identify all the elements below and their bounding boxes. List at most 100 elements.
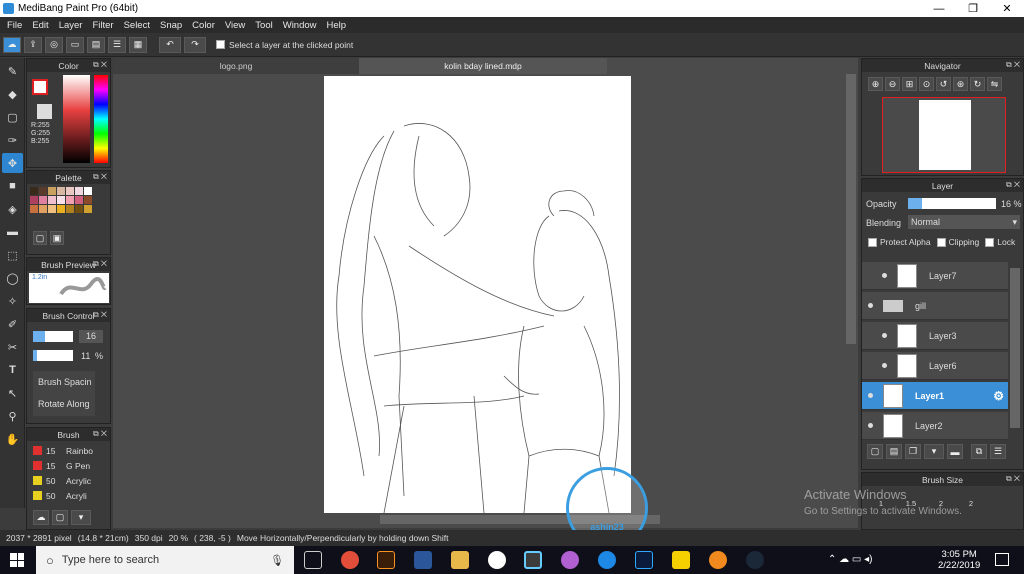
panel-close-icon[interactable]: ⧉ ✕ — [1006, 60, 1020, 70]
palette-swatch[interactable] — [84, 196, 92, 204]
document-icon[interactable]: ▤ — [87, 36, 105, 53]
rotate-along-option[interactable]: Rotate Along — [38, 393, 95, 415]
panel-close-icon[interactable]: ⧉ ✕ — [93, 172, 107, 182]
folder-icon[interactable]: ▬ — [947, 444, 963, 459]
palette-swatch[interactable] — [39, 205, 47, 213]
cloud-icon[interactable]: ☁ — [3, 36, 21, 53]
new-layer-icon[interactable]: ▢ — [867, 444, 883, 459]
rotate-left-icon[interactable]: ↺ — [936, 77, 951, 91]
palette-swatch[interactable] — [39, 196, 47, 204]
magic-wand-icon[interactable]: ✧ — [2, 291, 23, 311]
brush-list-item[interactable]: 15 G Pen — [29, 458, 99, 473]
delete-palette-icon[interactable]: ▣ — [50, 231, 64, 245]
merge-layer-icon[interactable]: ⧉ — [971, 444, 987, 459]
layer-row[interactable]: Layer6 — [862, 352, 1008, 380]
background-color-swatch[interactable] — [37, 104, 52, 119]
menu-snap[interactable]: Snap — [160, 20, 182, 31]
menu-color[interactable]: Color — [192, 20, 215, 31]
app-bird-icon[interactable] — [561, 551, 579, 569]
select-layer-checkbox[interactable] — [216, 40, 225, 49]
brush-size-slider[interactable] — [33, 331, 73, 342]
medibang-taskbar-icon[interactable] — [524, 551, 542, 569]
windows-start-icon[interactable] — [10, 553, 24, 567]
panel-close-icon[interactable]: ⧉ ✕ — [93, 259, 107, 269]
blending-select[interactable]: Normal ▾ — [908, 215, 1020, 229]
palette-swatch[interactable] — [75, 187, 83, 195]
foreground-color-swatch[interactable] — [32, 79, 48, 95]
maximize-button[interactable]: ❐ — [956, 0, 990, 17]
menu-view[interactable]: View — [225, 20, 245, 31]
layer-row[interactable]: Layer3 — [862, 322, 1008, 350]
palette-swatch[interactable] — [30, 196, 38, 204]
photoshop-icon[interactable] — [635, 551, 653, 569]
visibility-icon[interactable] — [882, 363, 887, 368]
layer-folder-row[interactable]: gill — [862, 292, 1008, 320]
panel-close-icon[interactable]: ⧉ ✕ — [1006, 474, 1020, 484]
eraser-tool-icon[interactable]: ◆ — [2, 84, 23, 104]
panel-close-icon[interactable]: ⧉ ✕ — [93, 60, 107, 70]
zoom-reset-icon[interactable]: ⊙ — [919, 77, 934, 91]
minimize-button[interactable]: — — [922, 0, 956, 17]
palette-swatch[interactable] — [66, 187, 74, 195]
menu-file[interactable]: File — [7, 20, 22, 31]
steam-icon[interactable] — [746, 551, 764, 569]
lock-checkbox[interactable] — [985, 237, 995, 247]
close-button[interactable]: ✕ — [990, 0, 1024, 17]
palette-swatch[interactable] — [57, 205, 65, 213]
visibility-icon[interactable] — [868, 393, 873, 398]
cloud-brush-icon[interactable]: ☁ — [33, 510, 49, 525]
rotate-reset-icon[interactable]: ⊛ — [953, 77, 968, 91]
menu-help[interactable]: Help — [327, 20, 347, 31]
duplicate-layer-icon[interactable]: ❐ — [905, 444, 921, 459]
sticky-notes-icon[interactable] — [672, 551, 690, 569]
app-penguin-icon[interactable] — [488, 551, 506, 569]
tray-icons[interactable]: ⌃ ☁ ▭ ◂) — [828, 554, 873, 565]
palette-swatch[interactable] — [48, 196, 56, 204]
notification-icon[interactable] — [995, 553, 1009, 566]
navigator-preview[interactable] — [882, 97, 1006, 173]
fit-icon[interactable]: ⊞ — [902, 77, 917, 91]
upload-icon[interactable]: ⇪ — [24, 36, 42, 53]
bucket-tool-icon[interactable]: ◈ — [2, 199, 23, 219]
operation-tool-icon[interactable]: ↖ — [2, 383, 23, 403]
select-tool-icon[interactable]: ⬚ — [2, 245, 23, 265]
add-brush-icon[interactable]: ▢ — [52, 510, 68, 525]
panel-close-icon[interactable]: ⧉ ✕ — [93, 310, 107, 320]
menu-layer[interactable]: Layer — [59, 20, 83, 31]
brush-size-value[interactable]: 16 — [79, 330, 103, 343]
palette-swatch[interactable] — [39, 187, 47, 195]
rectangle-tool-icon[interactable]: ▢ — [2, 107, 23, 127]
layer-menu-icon[interactable]: ☰ — [990, 444, 1006, 459]
layer-options-icon[interactable]: ▾ — [924, 444, 944, 459]
palette-swatch[interactable] — [84, 187, 92, 195]
brush-opacity-slider[interactable] — [33, 350, 73, 361]
pen-tool-icon[interactable]: ✑ — [2, 130, 23, 150]
layer-row[interactable]: Layer1 ⚙ — [862, 382, 1008, 410]
palette-swatch[interactable] — [57, 196, 65, 204]
illustrator-icon[interactable] — [377, 551, 395, 569]
task-view-icon[interactable] — [304, 551, 322, 569]
brush-spacing-option[interactable]: Brush Spacin — [38, 371, 95, 393]
visibility-icon[interactable] — [868, 303, 873, 308]
app-orange-icon[interactable] — [709, 551, 727, 569]
layer-row[interactable]: Layer7 — [862, 262, 1008, 290]
flip-icon[interactable]: ⇋ — [987, 77, 1002, 91]
palette-swatch[interactable] — [30, 187, 38, 195]
chrome-icon[interactable] — [341, 551, 359, 569]
brush-list-item[interactable]: 15 Rainbo — [29, 443, 99, 458]
protect-alpha-checkbox[interactable] — [868, 237, 877, 247]
palette-swatch[interactable] — [48, 187, 56, 195]
panel-close-icon[interactable]: ⧉ ✕ — [1006, 180, 1020, 190]
redo-icon[interactable]: ↷ — [184, 36, 206, 53]
grid-icon[interactable]: ▦ — [129, 36, 147, 53]
new-halftone-layer-icon[interactable]: ▤ — [886, 444, 902, 459]
layer-row[interactable]: Layer2 — [862, 412, 1008, 440]
zoom-in-icon[interactable]: ⊕ — [868, 77, 883, 91]
text-tool-icon[interactable]: T — [2, 360, 23, 380]
palette-swatch[interactable] — [57, 187, 65, 195]
panel-close-icon[interactable]: ⧉ ✕ — [93, 429, 107, 439]
list-icon[interactable]: ☰ — [108, 36, 126, 53]
visibility-icon[interactable] — [868, 423, 873, 428]
select-pen-icon[interactable]: ✐ — [2, 314, 23, 334]
eyedropper-tool-icon[interactable]: ⚲ — [2, 406, 23, 426]
